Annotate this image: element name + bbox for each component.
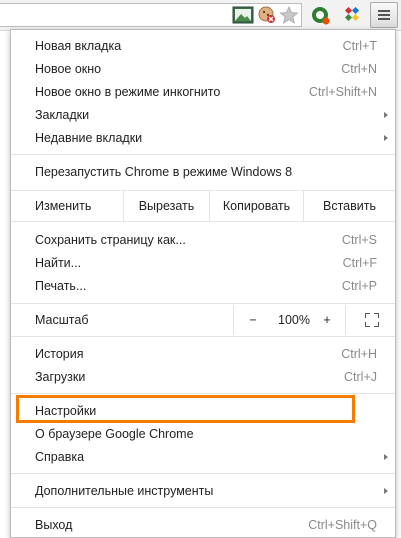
menu-item-label: Перезапустить Chrome в режиме Windows 8 [35,165,293,179]
menu-item-new-tab[interactable]: Новая вкладка Ctrl+T [11,35,395,57]
menu-item-label: Печать... [35,279,87,293]
menu-item-more-tools[interactable]: Дополнительные инструменты [11,480,395,502]
menu-item-label: О браузере Google Chrome [35,427,194,441]
menu-item-print[interactable]: Печать... Ctrl+P [11,275,395,297]
zoom-value: 100% [278,313,310,327]
submenu-arrow-icon [384,488,388,494]
menu-item-history[interactable]: История Ctrl+H [11,343,395,365]
menu-item-shortcut: Ctrl+Shift+Q [308,518,377,532]
chrome-main-menu: Новая вкладка Ctrl+T Новое окно Ctrl+N Н… [10,29,396,538]
menu-item-new-window[interactable]: Новое окно Ctrl+N [11,58,395,80]
edit-row: Изменить Вырезать Копировать Вставить [11,191,395,221]
zoom-divider [345,305,346,335]
menu-item-shortcut: Ctrl+J [344,370,377,384]
submenu-arrow-icon [384,135,388,141]
menu-item-label: Недавние вкладки [35,131,143,145]
menu-item-label: Сохранить страницу как... [35,233,186,247]
menu-separator [11,154,395,155]
menu-separator [11,507,395,508]
zoom-divider [233,305,234,335]
menu-item-label: Загрузки [35,370,86,384]
cookie-blocked-icon[interactable] [257,5,277,25]
menu-item-label: Закладки [35,108,90,122]
extension-x-icon[interactable] [342,5,362,25]
extension-green-icon[interactable] [310,5,330,25]
menu-item-relaunch-windows8[interactable]: Перезапустить Chrome в режиме Windows 8 [11,161,395,183]
zoom-label: Масштаб [35,313,89,327]
menu-item-label: Выход [35,518,73,532]
settings-highlight-box [16,395,355,423]
menu-item-downloads[interactable]: Загрузки Ctrl+J [11,366,395,388]
menu-item-shortcut: Ctrl+S [341,233,377,247]
fullscreen-icon[interactable] [365,313,379,327]
menu-item-label: Справка [35,450,85,464]
menu-item-shortcut: Ctrl+P [341,279,377,293]
hamburger-menu-icon[interactable] [370,2,398,28]
menu-item-shortcut: Ctrl+Shift+N [308,85,377,99]
menu-item-shortcut: Ctrl+T [342,39,377,53]
menu-item-help[interactable]: Справка [11,446,395,468]
zoom-in-button[interactable]: + [315,305,339,335]
menu-item-shortcut: Ctrl+H [341,347,377,361]
menu-separator [11,473,395,474]
menu-item-bookmarks[interactable]: Закладки [11,104,395,126]
menu-separator [11,393,395,394]
submenu-arrow-icon [384,112,388,118]
picture-icon[interactable] [232,5,254,25]
menu-item-shortcut: Ctrl+F [342,256,377,270]
zoom-row: Масштаб − 100% + [11,305,395,335]
bookmark-star-icon[interactable] [279,5,299,25]
menu-item-label: Новое окно [35,62,102,76]
menu-separator [11,336,395,337]
menu-item-label: История [35,347,84,361]
menu-item-new-incognito-window[interactable]: Новое окно в режиме инкогнито Ctrl+Shift… [11,81,395,103]
menu-item-exit[interactable]: Выход Ctrl+Shift+Q [11,514,395,536]
menu-item-label: Дополнительные инструменты [35,484,214,498]
copy-button[interactable]: Копировать [210,191,303,221]
menu-item-recent-tabs[interactable]: Недавние вкладки [11,127,395,149]
menu-item-about-chrome[interactable]: О браузере Google Chrome [11,423,395,445]
menu-separator [11,221,395,222]
menu-item-label: Новое окно в режиме инкогнито [35,85,221,99]
browser-toolbar [0,0,401,31]
zoom-out-button[interactable]: − [241,305,265,335]
menu-separator [11,303,395,304]
submenu-arrow-icon [384,454,388,460]
paste-button[interactable]: Вставить [304,191,395,221]
menu-item-save-page[interactable]: Сохранить страницу как... Ctrl+S [11,229,395,251]
menu-item-shortcut: Ctrl+N [341,62,377,76]
edit-row-label: Изменить [35,199,92,213]
menu-item-find[interactable]: Найти... Ctrl+F [11,252,395,274]
menu-item-label: Найти... [35,256,82,270]
cut-button[interactable]: Вырезать [124,191,209,221]
menu-item-label: Новая вкладка [35,39,122,53]
